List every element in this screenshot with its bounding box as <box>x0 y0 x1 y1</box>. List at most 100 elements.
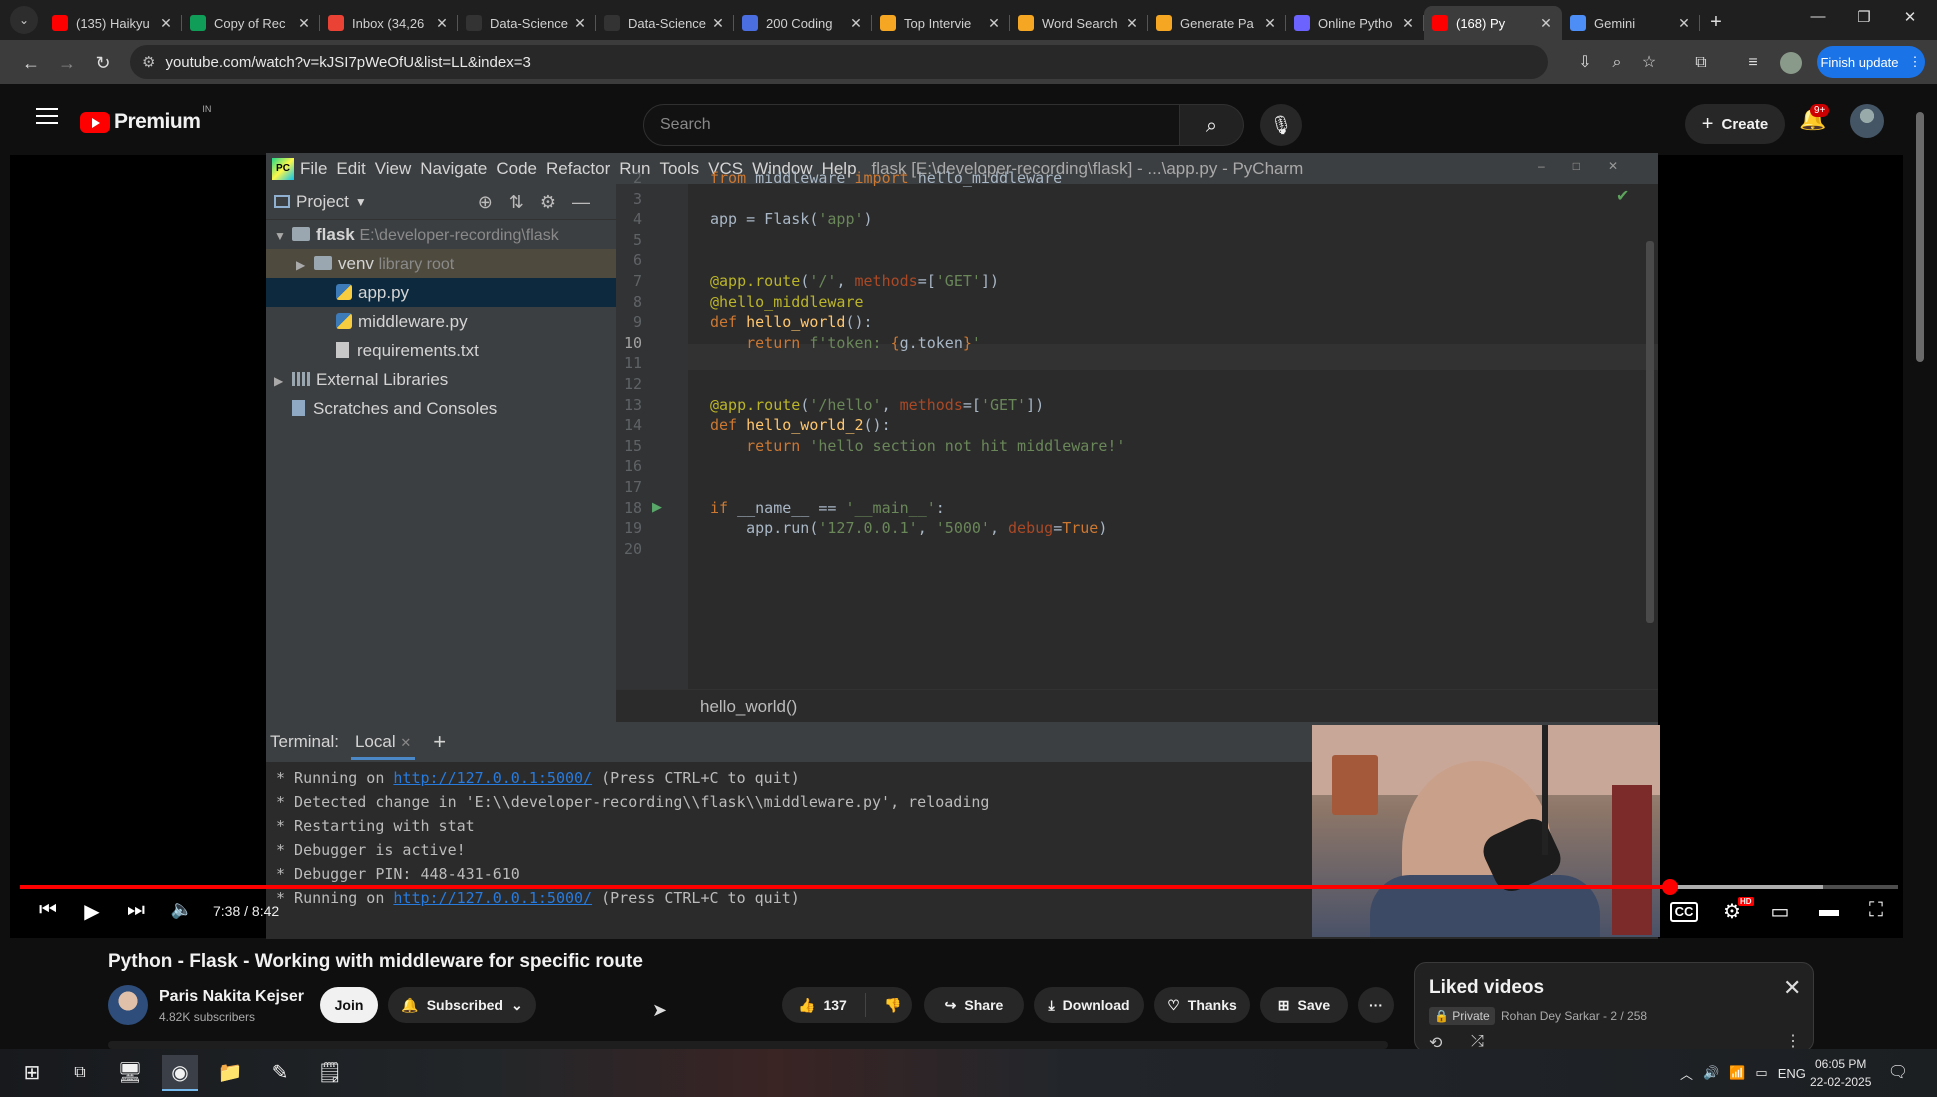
tab-close-icon[interactable]: ✕ <box>1538 15 1554 32</box>
forward-button[interactable]: → <box>54 50 80 76</box>
tab-close-icon[interactable]: ✕ <box>434 15 450 32</box>
thanks-button[interactable]: ♡ Thanks <box>1154 987 1250 1023</box>
code-line[interactable]: app.run('127.0.0.1', '5000', debug=True) <box>710 519 1107 537</box>
subscribed-button[interactable]: 🔔 Subscribed ⌄ <box>388 987 536 1023</box>
browser-tab[interactable]: (135) Haikyu ✕ <box>44 6 182 40</box>
pycharm-menu-item[interactable]: View <box>375 159 412 179</box>
editor-breadcrumb[interactable]: hello_world() <box>616 689 1658 722</box>
tab-close-icon[interactable]: ✕ <box>848 15 864 32</box>
windows-start-icon[interactable]: ⊞ <box>14 1055 50 1091</box>
project-tree-item[interactable]: ▶ venv library root <box>266 249 616 278</box>
playlist-menu-icon[interactable]: ⋮ <box>1785 1031 1801 1051</box>
code-line[interactable]: @hello_middleware <box>710 293 864 311</box>
tab-close-icon[interactable]: ✕ <box>1262 15 1278 32</box>
volume-tray-icon[interactable]: 🔊 <box>1703 1065 1719 1081</box>
terminal-tab-local[interactable]: Local ✕ <box>350 724 416 760</box>
pycharm-menu-item[interactable]: Tools <box>659 159 699 179</box>
task-view-icon[interactable]: ⧉ <box>62 1055 98 1091</box>
tab-close-icon[interactable]: ✕ <box>1124 15 1140 32</box>
sticky-notes-icon[interactable]: 🗒 <box>312 1055 348 1091</box>
close-icon[interactable]: ✕ <box>400 735 411 750</box>
menu-icon[interactable] <box>36 108 58 126</box>
code-editor[interactable]: 2 3 4 5 6 7 8 9 10 11 12 13 14 15 16 17 18 19 20 ▶ ✔ from m… <box>616 169 1658 722</box>
tab-close-icon[interactable]: ✕ <box>986 15 1002 32</box>
address-bar[interactable]: ⚙ youtube.com/watch?v=kJSI7pWeOfU&list=L… <box>130 45 1548 79</box>
chrome-taskbar-icon[interactable]: ◉ <box>162 1055 198 1091</box>
browser-tab[interactable]: Inbox (34,26 ✕ <box>320 6 458 40</box>
download-button[interactable]: ⤓ Download <box>1034 987 1144 1023</box>
tab-search-button[interactable]: ⌄ <box>10 6 38 34</box>
like-button[interactable]: 👍 137 <box>782 993 866 1017</box>
pycharm-menu-item[interactable]: Navigate <box>420 159 487 179</box>
project-tree-item[interactable]: ▼ flask E:\developer-recording\flask <box>266 220 616 249</box>
browser-tab[interactable]: (168) Py ✕ <box>1424 6 1562 40</box>
project-tree-item[interactable]: ▶ External Libraries <box>266 365 616 394</box>
browser-tab[interactable]: Word Search ✕ <box>1010 6 1148 40</box>
project-tree-item[interactable]: app.py <box>266 278 616 307</box>
battery-icon[interactable]: ▭ <box>1755 1065 1767 1081</box>
new-tab-button[interactable]: + <box>1700 6 1732 38</box>
browser-tab[interactable]: Gemini ✕ <box>1562 6 1700 40</box>
pycharm-menu-item[interactable]: Code <box>496 159 537 179</box>
browser-tab[interactable]: Copy of Rec ✕ <box>182 6 320 40</box>
fullscreen-icon[interactable]: ⛶ <box>1862 899 1890 925</box>
finish-update-button[interactable]: Finish update ⋮ <box>1817 46 1925 78</box>
tray-up-arrow-icon[interactable]: ︿ <box>1680 1064 1693 1083</box>
tab-close-icon[interactable]: ✕ <box>158 15 174 32</box>
captions-icon[interactable]: CC <box>1670 902 1698 922</box>
minimize-button[interactable]: — <box>1795 8 1841 32</box>
browser-tab[interactable]: Data-Science ✕ <box>458 6 596 40</box>
browser-tab[interactable]: Online Pytho ✕ <box>1286 6 1424 40</box>
zoom-icon[interactable]: ⌕ <box>1604 50 1630 76</box>
volume-icon[interactable]: 🔈 <box>170 899 194 925</box>
tree-expand-icon[interactable]: ▶ <box>296 251 314 280</box>
search-input[interactable]: Search <box>643 104 1180 146</box>
save-button[interactable]: ⊞ Save <box>1260 987 1348 1023</box>
tree-expand-icon[interactable]: ▶ <box>274 367 292 396</box>
tab-close-icon[interactable]: ✕ <box>1676 15 1692 32</box>
terminal-link[interactable]: http://127.0.0.1:5000/ <box>393 769 592 787</box>
media-control-icon[interactable]: ≡ <box>1740 50 1766 76</box>
miniplayer-icon[interactable]: ▭ <box>1766 899 1794 925</box>
code-line[interactable]: app = Flask('app') <box>710 210 873 228</box>
code-line[interactable]: from middleware import hello_middleware <box>710 169 1062 187</box>
pycharm-menu-item[interactable]: File <box>300 159 327 179</box>
file-explorer-icon[interactable]: 📁 <box>212 1055 248 1091</box>
search-button[interactable]: ⌕ <box>1180 104 1244 146</box>
language-indicator[interactable]: ENG <box>1778 1066 1806 1081</box>
join-button[interactable]: Join <box>320 987 378 1023</box>
run-gutter-icon[interactable]: ▶ <box>652 499 662 515</box>
voice-search-button[interactable]: 🎙 <box>1260 104 1302 146</box>
code-line[interactable]: def hello_world_2(): <box>710 416 891 434</box>
browser-tab[interactable]: Data-Science ✕ <box>596 6 734 40</box>
code-line[interactable]: @app.route('/', methods=['GET']) <box>710 272 999 290</box>
channel-avatar[interactable] <box>108 985 148 1025</box>
progress-bar[interactable] <box>20 885 1898 889</box>
code-line[interactable]: @app.route('/hello', methods=['GET']) <box>710 396 1044 414</box>
pen-tool-icon[interactable]: ✎ <box>262 1055 298 1091</box>
pycharm-menu-item[interactable]: Edit <box>336 159 365 179</box>
project-toolbar-icons[interactable]: ⊕⇅⚙— <box>478 192 606 213</box>
back-button[interactable]: ← <box>18 50 44 76</box>
previous-icon[interactable]: ⏮ <box>36 899 60 925</box>
page-scrollbar-thumb[interactable] <box>1916 112 1924 362</box>
code-line[interactable]: return 'hello section not hit middleware… <box>710 437 1125 455</box>
youtube-logo[interactable]: Premium IN <box>80 104 211 134</box>
theater-mode-icon[interactable]: ▬ <box>1815 899 1843 925</box>
notification-center-icon[interactable]: 🗨 <box>1880 1055 1916 1091</box>
tab-close-icon[interactable]: ✕ <box>1400 15 1416 32</box>
project-tree-item[interactable]: middleware.py <box>266 307 616 336</box>
next-icon[interactable]: ⏭ <box>124 899 148 925</box>
code-line[interactable]: return f'token: {g.token}' <box>710 334 981 352</box>
play-icon[interactable]: ▶ <box>80 899 104 925</box>
terminal-link[interactable]: http://127.0.0.1:5000/ <box>393 889 592 907</box>
browser-tab[interactable]: Generate Pa ✕ <box>1148 6 1286 40</box>
extensions-icon[interactable]: ⧉ <box>1688 50 1714 76</box>
window-close-button[interactable]: ✕ <box>1887 8 1933 32</box>
wifi-icon[interactable]: 📶 <box>1729 1065 1745 1081</box>
tree-expand-icon[interactable]: ▼ <box>274 222 292 251</box>
browser-tab[interactable]: Top Intervie ✕ <box>872 6 1010 40</box>
bookmark-star-icon[interactable]: ☆ <box>1636 50 1662 76</box>
browser-tab[interactable]: 200 Coding ✕ <box>734 6 872 40</box>
playlist-title[interactable]: Liked videos <box>1429 977 1544 999</box>
